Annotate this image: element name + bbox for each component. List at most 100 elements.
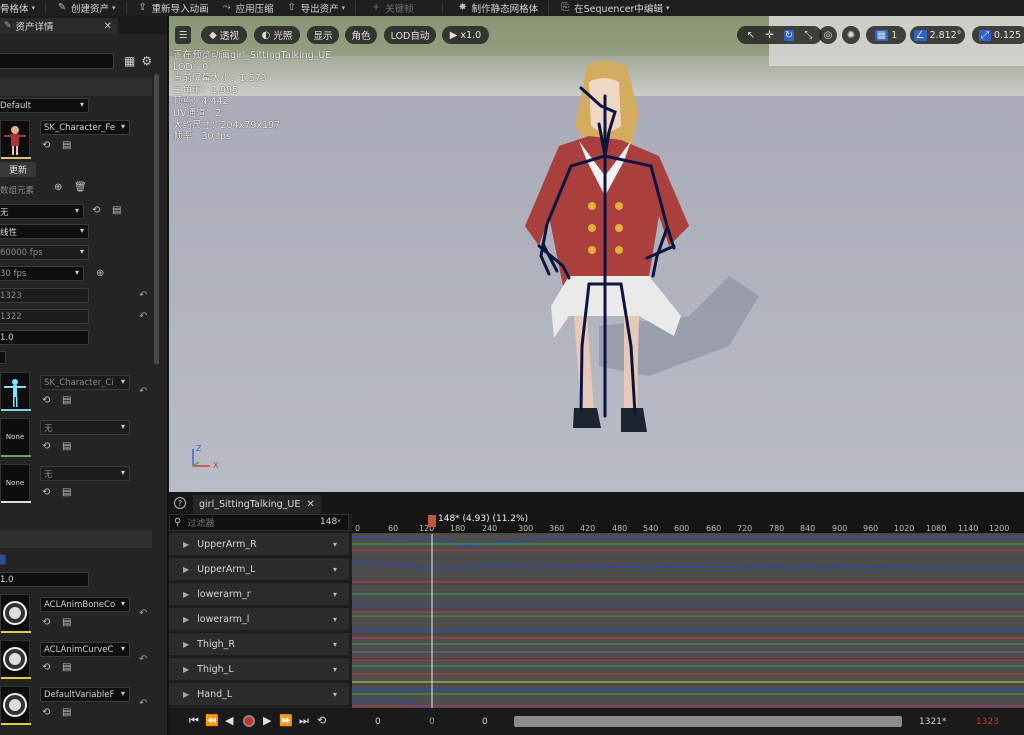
step-back-icon[interactable]: ⏪ (205, 714, 219, 727)
bone-codec-thumbnail[interactable] (0, 594, 31, 633)
folder-icon[interactable]: ▤ (62, 441, 71, 452)
chevron-right-icon[interactable]: ▶ (183, 540, 189, 549)
chevron-down-icon[interactable]: ▾ (333, 590, 337, 599)
close-icon[interactable]: ✕ (104, 21, 112, 32)
interpolation-combo[interactable]: 线性 ▾ (0, 224, 89, 239)
browse-icon[interactable]: ⟲ (42, 395, 50, 406)
curve-codec-combo[interactable]: ACLAnimCurveC ▾ (40, 642, 130, 657)
loop-icon[interactable]: ⟲ (317, 714, 326, 727)
chevron-right-icon[interactable]: ▶ (183, 665, 189, 674)
none-thumbnail-2[interactable]: None (0, 464, 31, 503)
toolbar-create-asset-button[interactable]: ✎ 创建资产 ▾ (50, 0, 122, 16)
toolbar-keyframe-button[interactable]: + 关键帧 (360, 0, 438, 16)
step-forward-icon[interactable]: ⏩ (279, 714, 293, 727)
rate-scale-field[interactable]: 1.0 (0, 330, 89, 345)
help-icon[interactable]: ? (174, 497, 186, 509)
coord-space-button[interactable]: ◎ (819, 26, 837, 44)
play-icon[interactable]: ▶ (263, 714, 271, 727)
track-row[interactable]: ▶ lowerarm_r ▾ (169, 582, 349, 605)
num-keys-field[interactable]: 1322 (0, 309, 89, 324)
chevron-down-icon[interactable]: ▾ (333, 615, 337, 624)
skeleton-asset-combo[interactable]: SK_Character_Fe ▾ (40, 120, 130, 135)
reset-icon[interactable]: ↶ (139, 698, 147, 709)
chevron-down-icon[interactable]: ▾ (333, 565, 337, 574)
reset-icon[interactable]: ↶ (139, 311, 147, 322)
select-icon[interactable]: ↖ (747, 30, 755, 41)
toolbar-reimport-button[interactable]: ⇪ 重新导入动画 (131, 0, 215, 16)
folder-icon[interactable]: ▤ (62, 395, 71, 406)
angle-snap-button[interactable]: ∠ 2.812° (910, 26, 965, 44)
reset-icon[interactable]: ↶ (139, 654, 147, 665)
value-field[interactable]: 1.0 (0, 572, 89, 587)
skip-to-start-icon[interactable]: ⏮ (189, 714, 199, 728)
curve-timeline[interactable]: 0 60 120 180 240 300 360 420 480 540 600… (352, 514, 1024, 712)
browse-icon[interactable]: ⟲ (42, 707, 50, 718)
folder-icon[interactable]: ▤ (62, 487, 71, 498)
folder-icon[interactable]: ▤ (62, 707, 71, 718)
tab-asset-details[interactable]: ✎ 资产详情 ✕ (0, 18, 118, 34)
chevron-down-icon[interactable]: ▾ (333, 690, 337, 699)
folder-icon[interactable]: ▤ (62, 617, 71, 628)
reset-icon[interactable]: ↶ (139, 290, 147, 301)
scale-snap-button[interactable]: ⤢ 0.125 (972, 26, 1024, 44)
add-icon[interactable]: ⊕ (96, 268, 104, 279)
browse-icon[interactable]: ⟲ (42, 662, 50, 673)
browse-icon[interactable]: ⟲ (42, 617, 50, 628)
track-row[interactable]: ▶ lowerarm_l ▾ (169, 607, 349, 630)
chevron-right-icon[interactable]: ▶ (183, 640, 189, 649)
browse-icon[interactable]: ⟲ (92, 205, 100, 216)
num-frames-field[interactable]: 1323 (0, 288, 89, 303)
update-button[interactable]: 更新 (0, 162, 36, 177)
character-button[interactable]: 角色 (345, 26, 377, 44)
lighting-button[interactable]: ◐ 光照 (254, 26, 300, 44)
record-button[interactable] (243, 715, 255, 727)
viewport-menu-button[interactable]: ☰ (175, 26, 191, 44)
chevron-down-icon[interactable]: ▾ (333, 540, 337, 549)
variable-codec-combo[interactable]: DefaultVariableF ▾ (40, 687, 130, 702)
delete-icon[interactable]: 🗑 (74, 182, 87, 193)
toolbar-compress-button[interactable]: ⤳ 应用压缩 (215, 0, 280, 16)
toolbar-export-button[interactable]: ⇧ 导出资产 ▾ (280, 0, 352, 16)
folder-icon[interactable]: ▤ (62, 662, 71, 673)
chevron-down-icon[interactable]: ▾ (333, 665, 337, 674)
folder-icon[interactable]: ▤ (112, 205, 121, 216)
browse-icon[interactable]: ⟲ (42, 441, 50, 452)
bone-codec-combo[interactable]: ACLAnimBoneCo ▾ (40, 597, 130, 612)
preview-skeleton-thumbnail[interactable] (0, 372, 31, 411)
track-row[interactable]: ▶ Thigh_R ▾ (169, 632, 349, 655)
frame-rate-combo[interactable]: 30 fps ▾ (0, 266, 84, 281)
playback-speed-button[interactable]: ▶ x1.0 (442, 26, 489, 44)
tab-anim-sequence[interactable]: girl_SittingTalking_UE ✕ (193, 495, 321, 514)
curve-codec-thumbnail[interactable] (0, 640, 31, 679)
rotate-icon[interactable]: ↻ (783, 29, 795, 41)
chevron-right-icon[interactable]: ▶ (183, 690, 189, 699)
chevron-right-icon[interactable]: ▶ (183, 590, 189, 599)
scale-icon[interactable]: ⤡ (804, 30, 812, 41)
chevron-right-icon[interactable]: ▶ (183, 565, 189, 574)
chevron-right-icon[interactable]: ▶ (183, 615, 189, 624)
perspective-button[interactable]: ◆ 透视 (201, 26, 247, 44)
checkbox[interactable] (0, 554, 6, 565)
skip-to-end-icon[interactable]: ⏭ (299, 714, 309, 728)
toolbar-static-mesh-button[interactable]: ✸ 制作静态网格体 (447, 0, 545, 16)
details-scrollbar[interactable] (154, 74, 159, 364)
checkbox[interactable] (0, 351, 6, 364)
browse-icon[interactable]: ⟲ (42, 140, 50, 151)
none-thumbnail-1[interactable]: None (0, 418, 31, 457)
sample-rate-combo[interactable]: 60000 fps ▾ (0, 245, 89, 260)
show-button[interactable]: 显示 (307, 26, 339, 44)
grid-snap-button[interactable]: ▦ 1 (866, 26, 906, 44)
track-row[interactable]: ▶ UpperArm_R ▾ (169, 532, 349, 555)
grid-view-icon[interactable]: ▦ (124, 54, 135, 68)
move-icon[interactable]: ✛ (765, 30, 773, 41)
details-search-input[interactable] (0, 53, 114, 69)
chevron-down-icon[interactable]: ▾ (333, 640, 337, 649)
browse-icon[interactable]: ⟲ (42, 487, 50, 498)
track-row[interactable]: ▶ UpperArm_L ▾ (169, 557, 349, 580)
skeleton-thumbnail[interactable] (0, 120, 31, 159)
lod-auto-button[interactable]: LOD自动 (384, 26, 436, 44)
toolbar-mesh-button[interactable]: 骨格体 ▾ (0, 0, 41, 16)
preview-viewport[interactable]: ☰ ◆ 透视 ◐ 光照 显示 角色 LOD自动 ▶ x1.0 ↖ ✛ ↻ ⤡ ◎ ✺ … (169, 16, 1024, 492)
retarget-combo[interactable]: 无 ▾ (0, 204, 84, 219)
reset-icon[interactable]: ↶ (139, 608, 147, 619)
